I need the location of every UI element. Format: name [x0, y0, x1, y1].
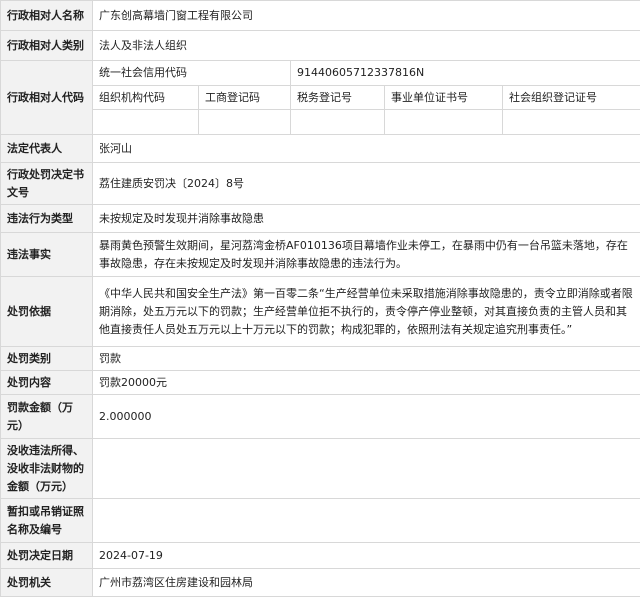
facts-label: 违法事实	[1, 233, 93, 277]
confiscation-value	[93, 439, 640, 499]
authority-value: 广州市荔湾区住房建设和园林局	[93, 569, 640, 597]
name-value: 广东创高幕墙门窗工程有限公司	[93, 1, 640, 31]
code-label: 行政相对人代码	[1, 61, 93, 135]
fine-amount-value: 2.000000	[93, 395, 640, 439]
basis-label: 处罚依据	[1, 277, 93, 347]
row-basis: 处罚依据 《中华人民共和国安全生产法》第一百零二条“生产经营单位未采取措施消除事…	[1, 277, 640, 347]
row-penalty-type: 处罚类别 罚款	[1, 347, 640, 371]
row-code-subheaders: 组织机构代码 工商登记码 税务登记号 事业单位证书号 社会组织登记证号	[1, 86, 640, 110]
row-category: 行政相对人类别 法人及非法人组织	[1, 31, 640, 61]
row-confiscation: 没收违法所得、没收非法财物的金额（万元）	[1, 439, 640, 499]
legal-rep-value: 张河山	[93, 135, 640, 163]
decision-no-label: 行政处罚决定书文号	[1, 163, 93, 205]
confiscation-label: 没收违法所得、没收非法财物的金额（万元）	[1, 439, 93, 499]
org-code-value	[93, 110, 199, 135]
social-org-value	[503, 110, 640, 135]
tax-reg-value	[291, 110, 385, 135]
penalty-type-label: 处罚类别	[1, 347, 93, 371]
license-label: 暂扣或吊销证照名称及编号	[1, 499, 93, 543]
decision-no-value: 荔住建质安罚决〔2024〕8号	[93, 163, 640, 205]
business-reg-header: 工商登记码	[199, 86, 291, 110]
license-value	[93, 499, 640, 543]
row-legal-rep: 法定代表人 张河山	[1, 135, 640, 163]
facts-value: 暴雨黄色预警生效期间，星河荔湾金桥AF010136项目幕墙作业未停工，在暴雨中仍…	[93, 233, 640, 277]
decision-date-value: 2024-07-19	[93, 543, 640, 569]
penalty-type-value: 罚款	[93, 347, 640, 371]
row-penalty-content: 处罚内容 罚款20000元	[1, 371, 640, 395]
penalty-info-table: 行政相对人名称 广东创高幕墙门窗工程有限公司 行政相对人类别 法人及非法人组织 …	[0, 0, 640, 597]
violation-type-label: 违法行为类型	[1, 205, 93, 233]
category-label: 行政相对人类别	[1, 31, 93, 61]
row-fine-amount: 罚款金额（万元） 2.000000	[1, 395, 640, 439]
row-license: 暂扣或吊销证照名称及编号	[1, 499, 640, 543]
credit-code-value: 91440605712337816N	[291, 61, 640, 86]
institution-cert-value	[385, 110, 503, 135]
row-decision-no: 行政处罚决定书文号 荔住建质安罚决〔2024〕8号	[1, 163, 640, 205]
row-violation-type: 违法行为类型 未按规定及时发现并消除事故隐患	[1, 205, 640, 233]
row-code-credit: 行政相对人代码 统一社会信用代码 91440605712337816N	[1, 61, 640, 86]
credit-code-label: 统一社会信用代码	[93, 61, 291, 86]
penalty-content-value: 罚款20000元	[93, 371, 640, 395]
category-value: 法人及非法人组织	[93, 31, 640, 61]
name-label: 行政相对人名称	[1, 1, 93, 31]
penalty-content-label: 处罚内容	[1, 371, 93, 395]
social-org-header: 社会组织登记证号	[503, 86, 640, 110]
authority-label: 处罚机关	[1, 569, 93, 597]
legal-rep-label: 法定代表人	[1, 135, 93, 163]
basis-value: 《中华人民共和国安全生产法》第一百零二条“生产经营单位未采取措施消除事故隐患的，…	[93, 277, 640, 347]
decision-date-label: 处罚决定日期	[1, 543, 93, 569]
row-code-values	[1, 110, 640, 135]
row-name: 行政相对人名称 广东创高幕墙门窗工程有限公司	[1, 1, 640, 31]
institution-cert-header: 事业单位证书号	[385, 86, 503, 110]
business-reg-value	[199, 110, 291, 135]
fine-amount-label: 罚款金额（万元）	[1, 395, 93, 439]
row-facts: 违法事实 暴雨黄色预警生效期间，星河荔湾金桥AF010136项目幕墙作业未停工，…	[1, 233, 640, 277]
row-decision-date: 处罚决定日期 2024-07-19	[1, 543, 640, 569]
org-code-header: 组织机构代码	[93, 86, 199, 110]
tax-reg-header: 税务登记号	[291, 86, 385, 110]
row-authority: 处罚机关 广州市荔湾区住房建设和园林局	[1, 569, 640, 597]
violation-type-value: 未按规定及时发现并消除事故隐患	[93, 205, 640, 233]
